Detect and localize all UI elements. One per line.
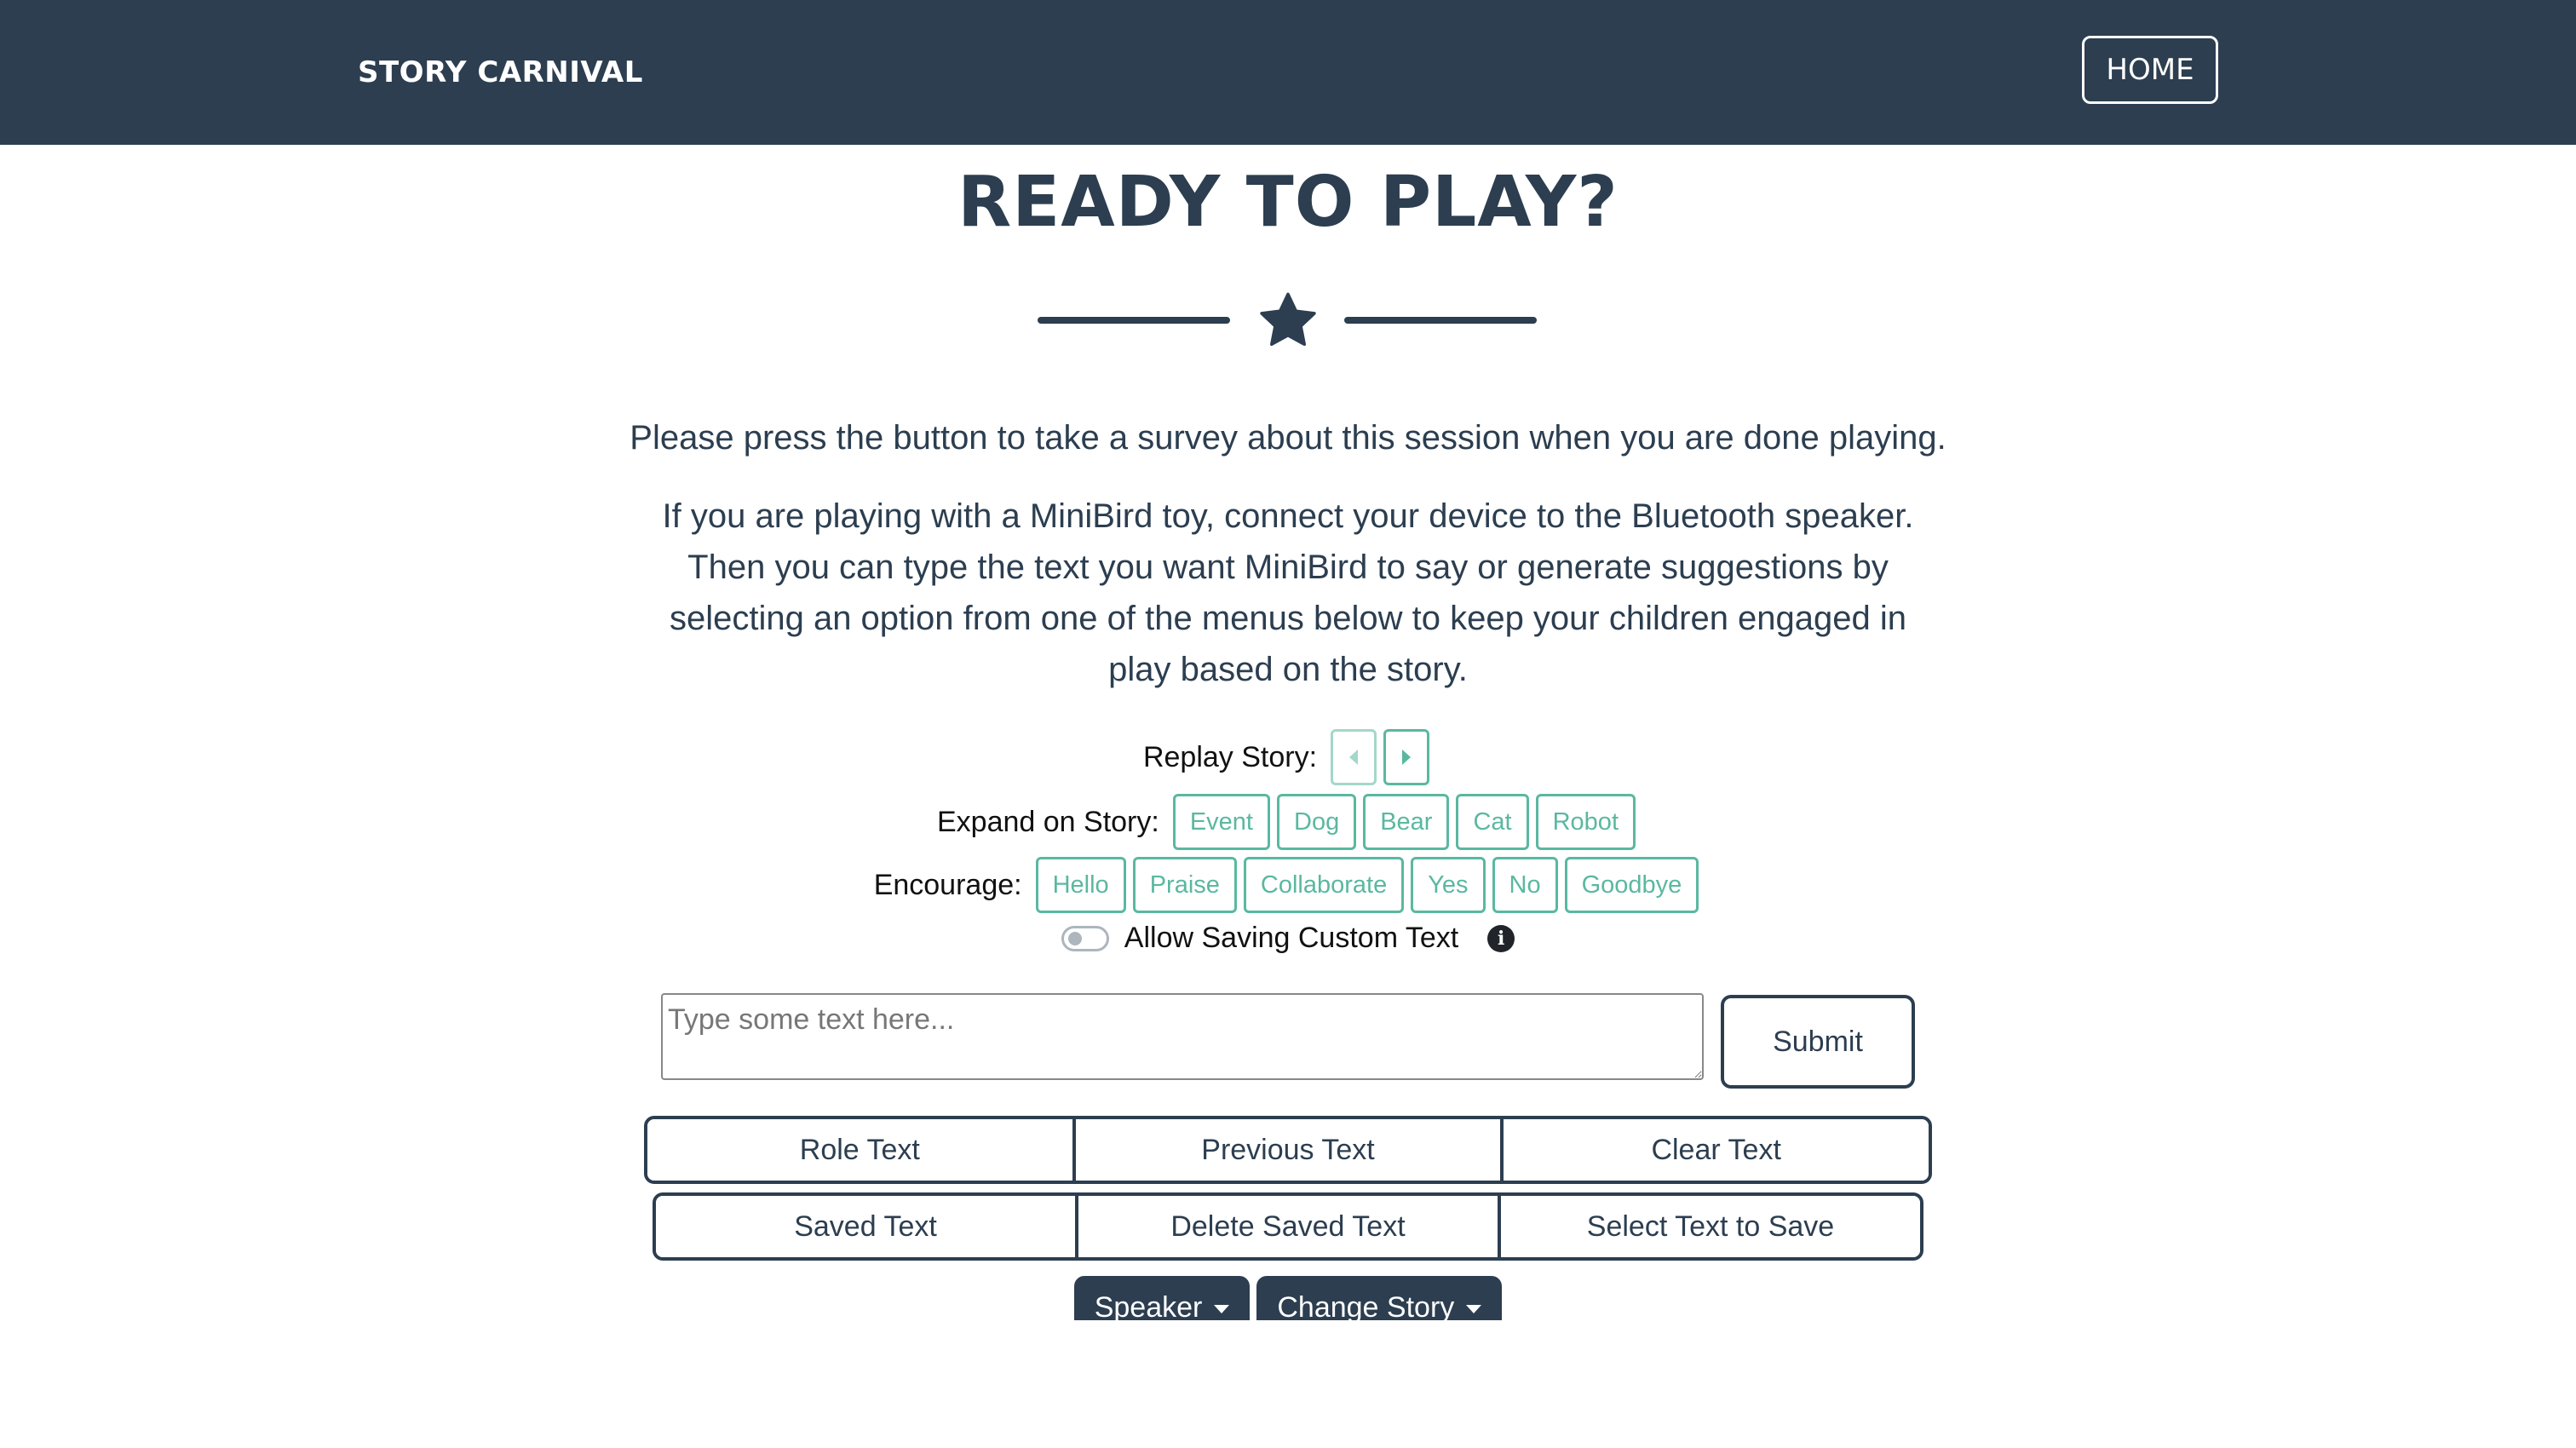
select-text-to-save-button[interactable]: Select Text to Save [1498, 1196, 1920, 1257]
divider-line-left [1038, 317, 1230, 324]
star-icon [1260, 292, 1316, 346]
toggle-knob [1067, 931, 1082, 945]
clear-text-button[interactable]: Clear Text [1500, 1119, 1929, 1181]
replay-story-row: Replay Story: [0, 729, 2576, 785]
submit-button[interactable]: Submit [1721, 995, 1915, 1089]
page-title: READY TO PLAY? [957, 162, 1619, 243]
saving-toggle-row: Allow Saving Custom Text i [0, 922, 2576, 955]
speaker-dropdown-label: Speaker [1094, 1291, 1203, 1320]
role-text-button[interactable]: Role Text [647, 1119, 1072, 1181]
replay-previous-button[interactable] [1331, 729, 1377, 785]
allow-saving-label[interactable]: Allow Saving Custom Text [1124, 922, 1458, 955]
allow-saving-toggle[interactable] [1061, 925, 1109, 951]
expand-dog-button[interactable]: Dog [1277, 794, 1357, 850]
survey-instructions: Please press the button to take a survey… [630, 419, 1946, 457]
encourage-label: Encourage: [873, 868, 1022, 901]
chevron-down-icon [1214, 1305, 1230, 1313]
text-actions-group-2: Saved Text Delete Saved Text Select Text… [653, 1192, 1923, 1261]
home-button[interactable]: HOME [2082, 36, 2218, 104]
chevron-down-icon [1466, 1305, 1482, 1313]
dropdown-row: Speaker Change Story [0, 1276, 2576, 1320]
previous-text-button[interactable]: Previous Text [1072, 1119, 1501, 1181]
expand-cat-button[interactable]: Cat [1456, 794, 1529, 850]
expand-event-button[interactable]: Event [1172, 794, 1270, 850]
title-divider [0, 290, 2576, 358]
expand-bear-button[interactable]: Bear [1363, 794, 1450, 850]
brand-logo[interactable]: STORY CARNIVAL [358, 55, 643, 89]
encourage-no-button[interactable]: No [1492, 857, 1558, 913]
encourage-row: Encourage: Hello Praise Collaborate Yes … [0, 857, 2576, 913]
encourage-hello-button[interactable]: Hello [1035, 857, 1126, 913]
text-actions-group-1: Role Text Previous Text Clear Text [644, 1116, 1932, 1184]
change-story-dropdown[interactable]: Change Story [1256, 1276, 1503, 1320]
encourage-goodbye-button[interactable]: Goodbye [1564, 857, 1699, 913]
expand-story-row: Expand on Story: Event Dog Bear Cat Robo… [0, 794, 2576, 850]
custom-text-input[interactable] [661, 993, 1704, 1080]
replay-next-button[interactable] [1383, 729, 1430, 785]
minibird-instructions: If you are playing with a MiniBird toy, … [662, 497, 1914, 688]
caret-left-icon [1349, 750, 1359, 765]
divider-line-right [1344, 317, 1537, 324]
change-story-dropdown-label: Change Story [1277, 1291, 1455, 1320]
speaker-dropdown[interactable]: Speaker [1073, 1276, 1251, 1320]
encourage-praise-button[interactable]: Praise [1132, 857, 1237, 913]
expand-story-label: Expand on Story: [937, 805, 1159, 838]
info-icon[interactable]: i [1487, 924, 1515, 952]
caret-right-icon [1402, 750, 1412, 765]
saved-text-button[interactable]: Saved Text [656, 1196, 1075, 1257]
delete-saved-text-button[interactable]: Delete Saved Text [1075, 1196, 1498, 1257]
replay-story-label: Replay Story: [1142, 740, 1318, 773]
encourage-yes-button[interactable]: Yes [1411, 857, 1486, 913]
encourage-collaborate-button[interactable]: Collaborate [1243, 857, 1405, 913]
expand-robot-button[interactable]: Robot [1535, 794, 1636, 850]
